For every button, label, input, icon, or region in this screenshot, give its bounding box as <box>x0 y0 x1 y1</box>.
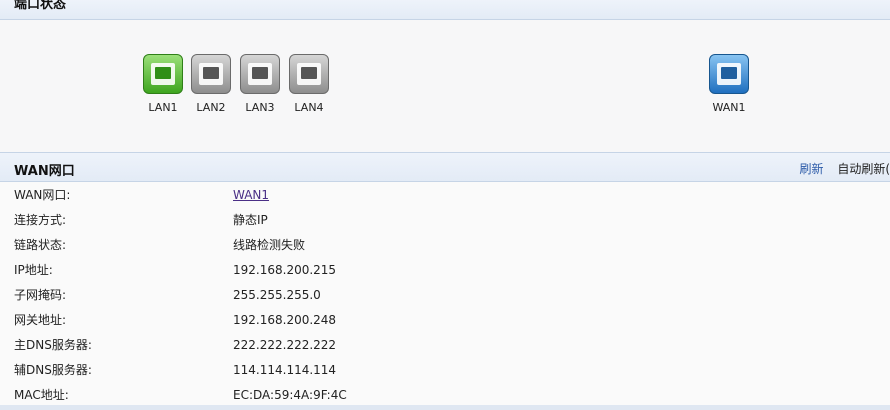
table-row: WAN网口: WAN1 <box>0 182 890 207</box>
row-value: EC:DA:59:4A:9F:4C <box>233 387 347 402</box>
row-label: 链路状态: <box>14 238 67 252</box>
wan-section-header: WAN网口 刷新 自动刷新( <box>0 152 890 182</box>
port-lan2[interactable]: LAN2 <box>189 54 233 114</box>
table-row: 网关地址: 192.168.200.248 <box>0 307 890 332</box>
ethernet-port-icon <box>240 54 280 94</box>
row-value: 114.114.114.114 <box>233 362 337 377</box>
port-label-lan3: LAN3 <box>245 101 275 114</box>
refresh-link[interactable]: 刷新 <box>799 162 823 176</box>
row-label: MAC地址: <box>14 388 69 402</box>
ethernet-port-icon <box>191 54 231 94</box>
table-row: MAC地址: EC:DA:59:4A:9F:4C <box>0 382 890 407</box>
row-value: 静态IP <box>233 213 268 227</box>
row-value: 线路检测失败 <box>233 238 306 252</box>
row-label: WAN网口: <box>14 188 71 202</box>
port-label-lan4: LAN4 <box>294 101 324 114</box>
table-row: IP地址: 192.168.200.215 <box>0 257 890 282</box>
port-label-lan1: LAN1 <box>148 101 178 114</box>
row-value: 222.222.222.222 <box>233 337 337 352</box>
wan-port-link[interactable]: WAN1 <box>233 188 269 202</box>
table-row: 链路状态: 线路检测失败 <box>0 232 890 257</box>
row-label: 主DNS服务器: <box>14 338 92 352</box>
row-label: 网关地址: <box>14 313 67 327</box>
row-label: IP地址: <box>14 263 53 277</box>
auto-refresh-label[interactable]: 自动刷新( <box>837 162 890 176</box>
row-value: 255.255.255.0 <box>233 287 321 302</box>
ethernet-port-icon <box>143 54 183 94</box>
table-row: 连接方式: 静态IP <box>0 207 890 232</box>
table-row: 辅DNS服务器: 114.114.114.114 <box>0 357 890 382</box>
wan-info-table: WAN网口: WAN1 连接方式: 静态IP 链路状态: 线路检测失败 IP地址… <box>0 182 890 407</box>
port-status-panel: LAN1 LAN2 LAN3 LAN4 WAN1 <box>0 20 890 152</box>
table-row: 子网掩码: 255.255.255.0 <box>0 282 890 307</box>
ethernet-port-icon <box>289 54 329 94</box>
port-status-header: 端口状态 <box>0 0 890 20</box>
row-value: 192.168.200.248 <box>233 312 337 327</box>
header-actions: 刷新 自动刷新( <box>799 160 890 177</box>
port-lan1[interactable]: LAN1 <box>141 54 185 114</box>
port-label-wan1: WAN1 <box>712 101 746 114</box>
port-wan1[interactable]: WAN1 <box>707 54 751 114</box>
port-lan4[interactable]: LAN4 <box>287 54 331 114</box>
port-lan3[interactable]: LAN3 <box>238 54 282 114</box>
wan-section-title: WAN网口 <box>14 164 75 179</box>
port-status-title: 端口状态 <box>14 0 67 12</box>
row-value: 192.168.200.215 <box>233 262 337 277</box>
bottom-divider <box>0 405 890 410</box>
row-label: 连接方式: <box>14 213 67 227</box>
port-label-lan2: LAN2 <box>196 101 226 114</box>
row-label: 辅DNS服务器: <box>14 363 92 377</box>
row-label: 子网掩码: <box>14 288 67 302</box>
table-row: 主DNS服务器: 222.222.222.222 <box>0 332 890 357</box>
ethernet-port-icon <box>709 54 749 94</box>
